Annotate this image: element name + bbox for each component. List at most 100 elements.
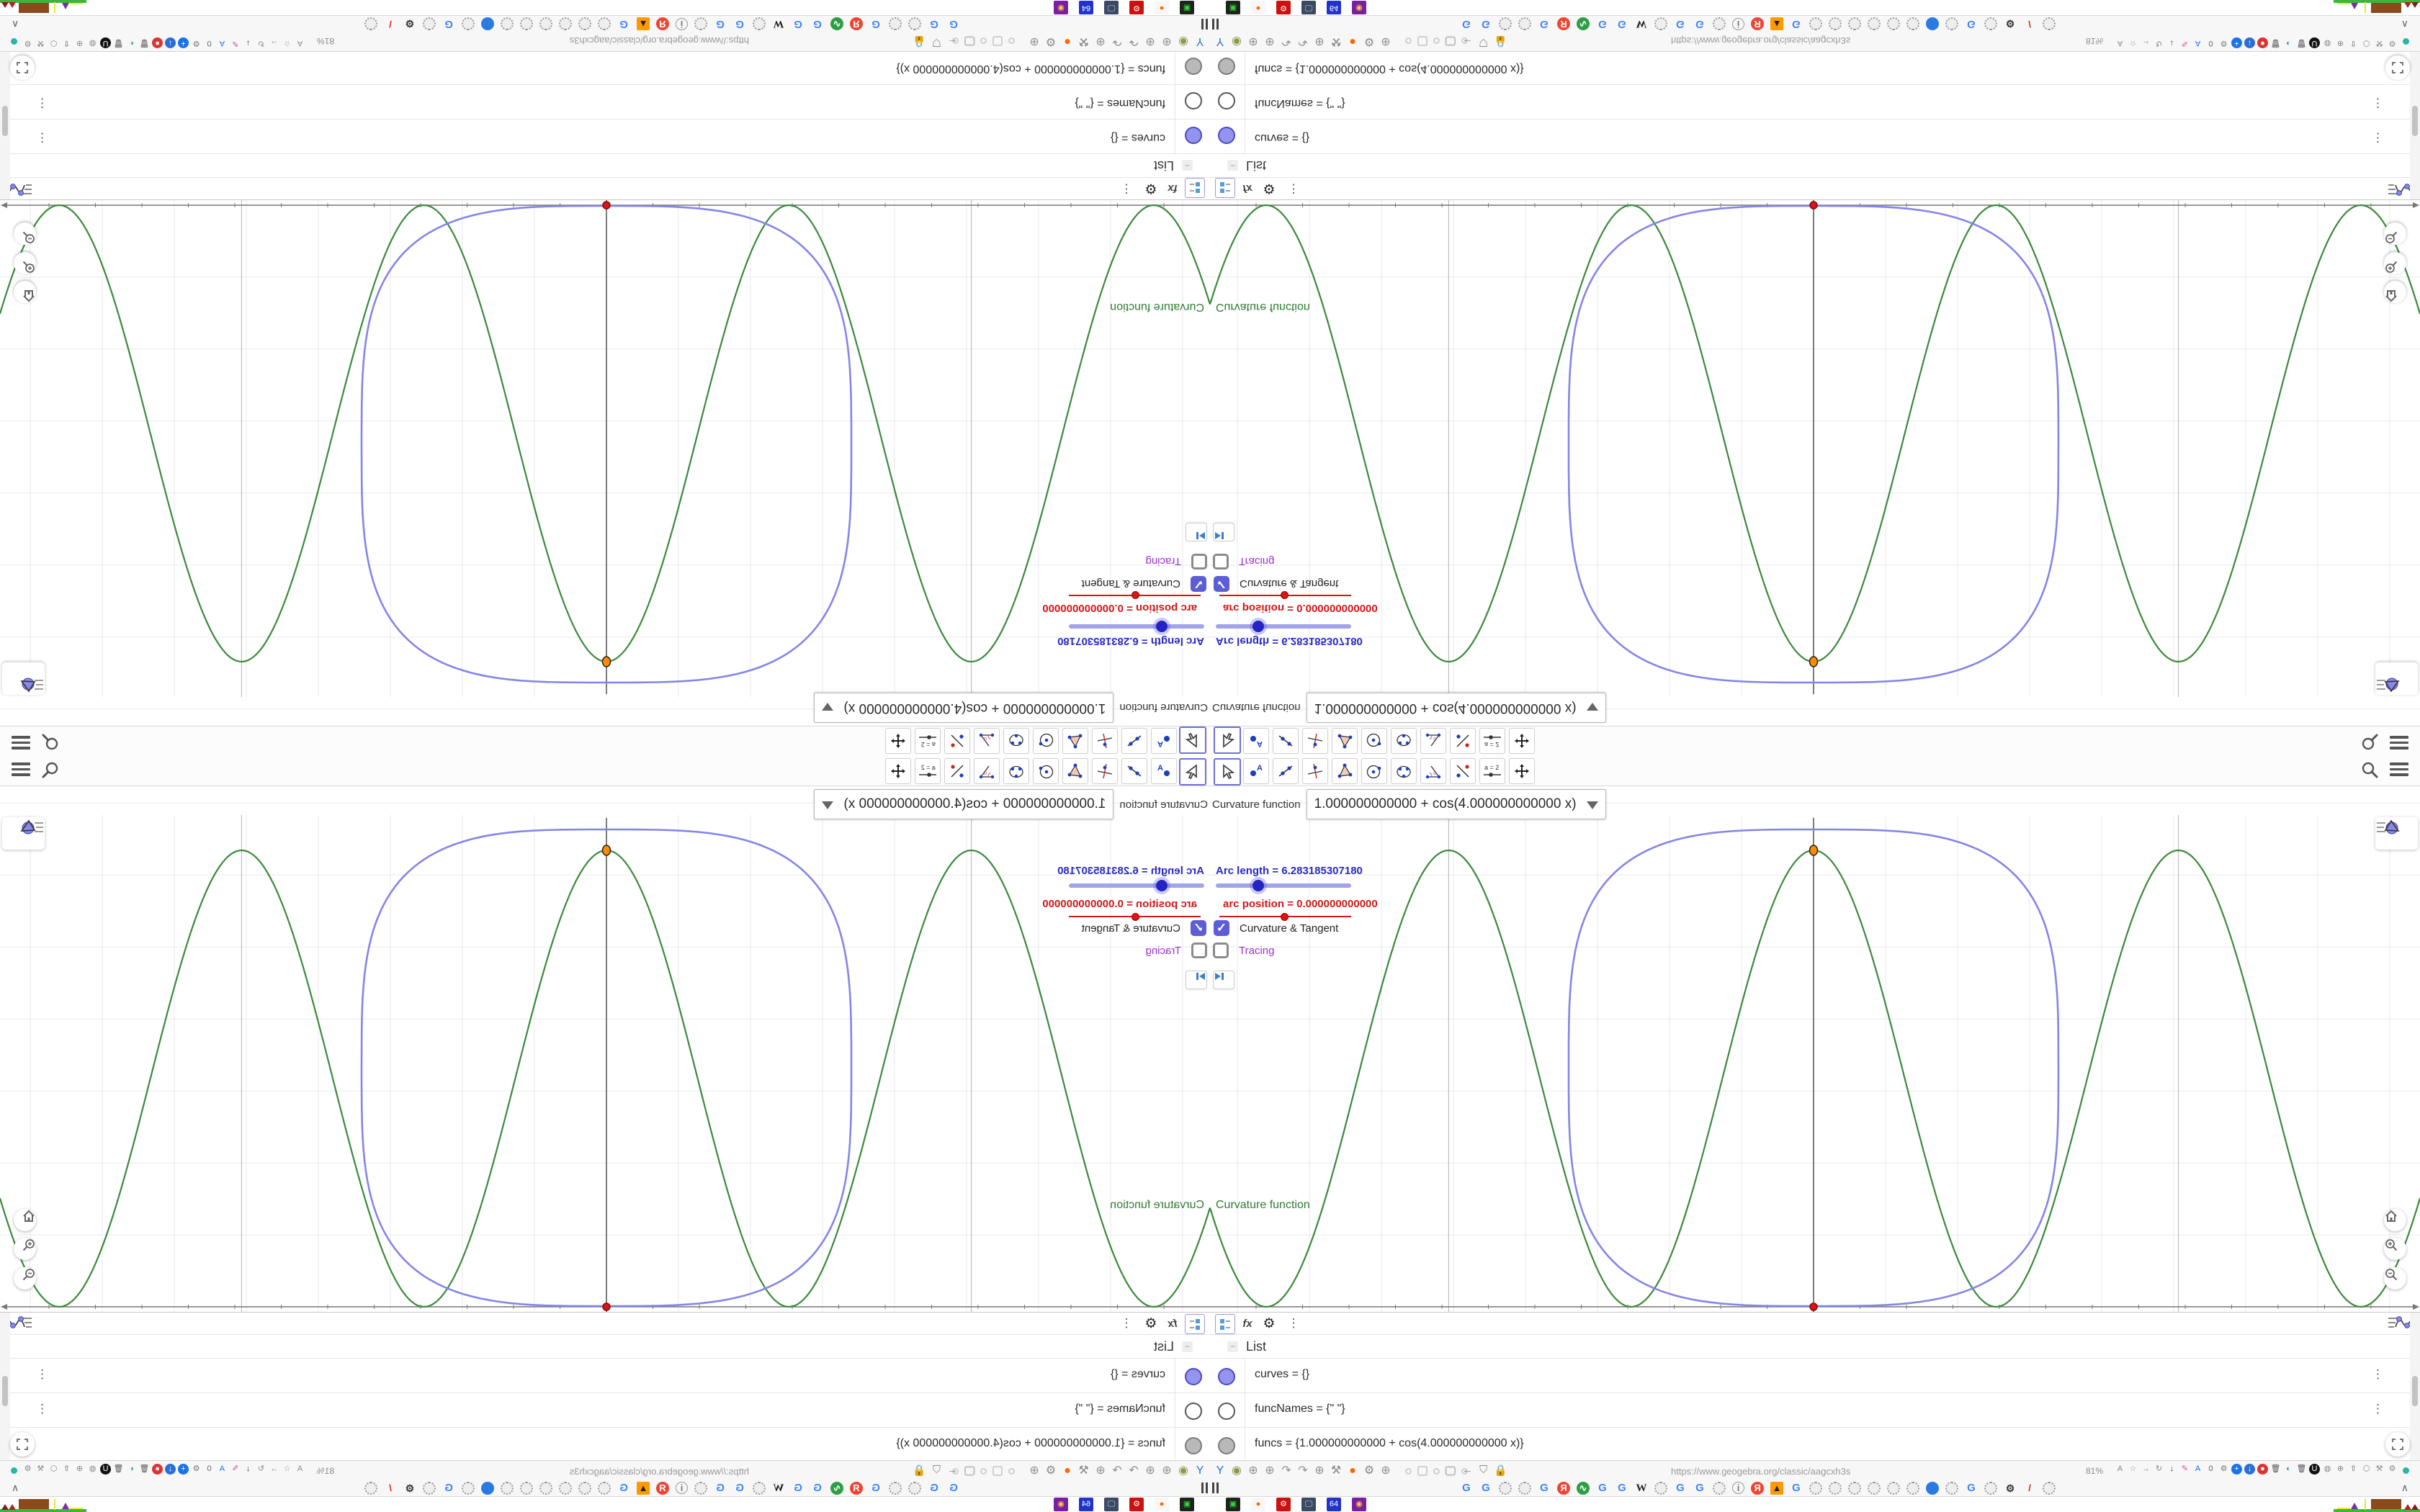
globe-icon[interactable]: ⊕ — [1160, 33, 1174, 49]
globe-icon[interactable]: ⊕ — [1160, 1463, 1174, 1479]
globe-icon[interactable]: ⊕ — [74, 37, 85, 48]
arc-position-slider-thumb[interactable] — [1131, 591, 1139, 599]
tab-favicon-lace[interactable] — [364, 1482, 377, 1495]
arc-length-slider[interactable] — [1216, 624, 1351, 629]
gauge-icon[interactable]: ↷ — [1110, 33, 1124, 49]
zoom-out-button[interactable] — [2384, 1267, 2406, 1290]
globe-icon[interactable]: ⊕ — [1379, 33, 1393, 49]
tab-favicon-lace[interactable] — [1809, 1482, 1822, 1495]
star-icon[interactable]: ☆ — [282, 37, 292, 48]
angle-tool-button[interactable]: α — [974, 758, 1000, 784]
formula-dropdown[interactable]: 1.000000000000 + cos(4.000000000000 x) — [1306, 693, 1606, 723]
tab-favicon-G[interactable]: G — [733, 17, 746, 30]
tab-favicon-lace[interactable] — [423, 17, 436, 30]
tab-favicon-lace[interactable] — [889, 1482, 902, 1495]
visibility-toggle[interactable] — [1185, 127, 1202, 144]
tab-favicon-lace[interactable] — [1809, 17, 1822, 30]
line-tool-button[interactable] — [1273, 758, 1299, 784]
disc-shortcut-icon[interactable]: ◉ — [1352, 1, 1366, 14]
circle-tool-button[interactable] — [1361, 728, 1387, 754]
more-options-icon[interactable]: ⋮ — [1117, 179, 1136, 198]
folder-icon[interactable]: 🗀 — [1445, 1464, 1456, 1482]
more-options-icon[interactable]: ⋮ — [1117, 1314, 1136, 1333]
circle-tool-button[interactable] — [1033, 758, 1059, 784]
brush-icon[interactable]: ✎ — [230, 1464, 241, 1475]
firefox-icon[interactable]: ● — [1060, 33, 1075, 49]
collapse-button[interactable]: − — [1227, 1341, 1238, 1352]
ud-icon[interactable]: U — [2309, 1464, 2320, 1475]
download-icon[interactable]: ↓ — [2166, 1464, 2177, 1475]
visibility-toggle[interactable] — [1218, 1403, 1235, 1420]
home-button[interactable] — [14, 1209, 36, 1231]
move-graphics-tool-button[interactable] — [885, 758, 911, 784]
plus-icon[interactable]: + — [178, 1464, 189, 1475]
conic-tool-button[interactable] — [1003, 728, 1029, 754]
brush-icon[interactable]: ✎ — [2179, 37, 2190, 48]
gear-icon[interactable]: ⚙ — [2387, 37, 2398, 48]
tracing-checkbox[interactable] — [1191, 554, 1207, 570]
algebra-row[interactable]: funcs = {1.000000000000 + cos(4.00000000… — [1210, 1427, 2420, 1462]
circle-tool-button[interactable] — [1033, 728, 1059, 754]
scrollbar[interactable] — [0, 1313, 10, 1461]
counter-icon[interactable]: 0 — [204, 37, 215, 48]
menu-hamburger-icon[interactable] — [2390, 734, 2408, 750]
gauge-icon[interactable]: ↷ — [1279, 1463, 1294, 1479]
wrench-icon[interactable]: ⚒ — [2374, 37, 2385, 48]
circle-icon[interactable]: ◍ — [87, 1464, 98, 1475]
algebra-row[interactable]: curves = {} ⋮ — [0, 1358, 1210, 1393]
move-tool-button[interactable] — [1214, 758, 1241, 786]
firefox-shortcut-icon[interactable]: ● — [1155, 1498, 1169, 1511]
tab-favicon-lace[interactable] — [1654, 1482, 1667, 1495]
tab-favicon-img[interactable]: ▲ — [1770, 17, 1783, 30]
tab-favicon-slash[interactable]: / — [384, 17, 397, 30]
tab-favicon-G[interactable]: G — [928, 17, 941, 30]
circle-icon[interactable]: ◍ — [87, 37, 98, 48]
tab-favicon-G[interactable]: G — [1615, 17, 1628, 30]
zoom-in-button[interactable] — [14, 252, 36, 274]
move-tool-button[interactable] — [1179, 758, 1206, 786]
home-button[interactable] — [2384, 281, 2406, 303]
home-button[interactable] — [14, 281, 36, 303]
wrench-icon[interactable]: ⚒ — [1329, 1463, 1343, 1479]
polygon-tool-button[interactable] — [1332, 758, 1358, 784]
tab-favicon-G[interactable]: G — [1674, 1482, 1687, 1495]
globe-icon[interactable]: ⊕ — [1246, 33, 1260, 49]
translate-blue-icon[interactable]: A — [2192, 37, 2203, 48]
tab-favicon-G[interactable]: G — [1693, 1482, 1706, 1495]
tab-favicon-lace[interactable] — [2043, 17, 2056, 30]
curvature-plot[interactable]: -2.4-2.2-2-1.8-1.6-1.4-1.2-1-0.8-0.6-0.4… — [0, 786, 1210, 1341]
tab-favicon-G[interactable]: G — [1460, 1482, 1473, 1495]
globe-icon[interactable]: ⊕ — [1027, 1463, 1041, 1479]
conic-tool-button[interactable] — [1391, 758, 1417, 784]
tree-view-button[interactable] — [1215, 178, 1235, 198]
addon-circle-icon[interactable]: ◉ — [1176, 33, 1191, 49]
gear-icon[interactable]: ⚙ — [2218, 1464, 2229, 1475]
back-arrow-icon[interactable]: ← — [1462, 1464, 1473, 1482]
curvature-tangent-checkbox[interactable]: ✓ — [1191, 920, 1206, 936]
tab-favicon-img[interactable]: ▲ — [1770, 1482, 1783, 1495]
shield-icon[interactable]: ⛉ — [1479, 1464, 1487, 1482]
menu-hamburger-icon[interactable] — [12, 762, 30, 778]
settings-shortcut-icon[interactable]: ⚙ — [1276, 1, 1291, 14]
tab-favicon-G[interactable]: G — [617, 1482, 630, 1495]
wrench-icon[interactable]: ⚒ — [35, 1464, 46, 1475]
tab-favicon-G[interactable]: G — [869, 17, 882, 30]
tab-favicon-lace[interactable] — [539, 1482, 552, 1495]
arc-position-slider-thumb[interactable] — [1281, 591, 1289, 599]
star-icon[interactable]: ☆ — [282, 1464, 292, 1475]
tab-favicon-wave[interactable]: ∿ — [830, 17, 843, 30]
tab-favicon-gear[interactable]: ⚙ — [2004, 1482, 2017, 1495]
pin-icon[interactable]: Y — [1193, 1463, 1207, 1479]
slider-tool-button[interactable]: a = 2 — [915, 728, 941, 754]
tab-favicon-lace[interactable] — [1984, 17, 1997, 30]
arc-length-slider-thumb[interactable] — [1156, 621, 1168, 632]
point-tool-button[interactable]: A — [1243, 758, 1269, 784]
monitor-shortcut-icon[interactable]: 🖵 — [1301, 1, 1316, 14]
move-graphics-tool-button[interactable] — [885, 728, 911, 754]
more-options-icon[interactable]: ⋮ — [1284, 179, 1303, 198]
algebra-row[interactable]: funcs = {1.000000000000 + cos(4.00000000… — [1210, 50, 2420, 85]
move-graphics-tool-button[interactable] — [1509, 758, 1535, 784]
algebra-row[interactable]: funcNames = {" "} ⋮ — [0, 84, 1210, 120]
trash-icon[interactable]: 🗑 — [139, 37, 150, 48]
gauge-icon[interactable]: ↷ — [1296, 33, 1310, 49]
